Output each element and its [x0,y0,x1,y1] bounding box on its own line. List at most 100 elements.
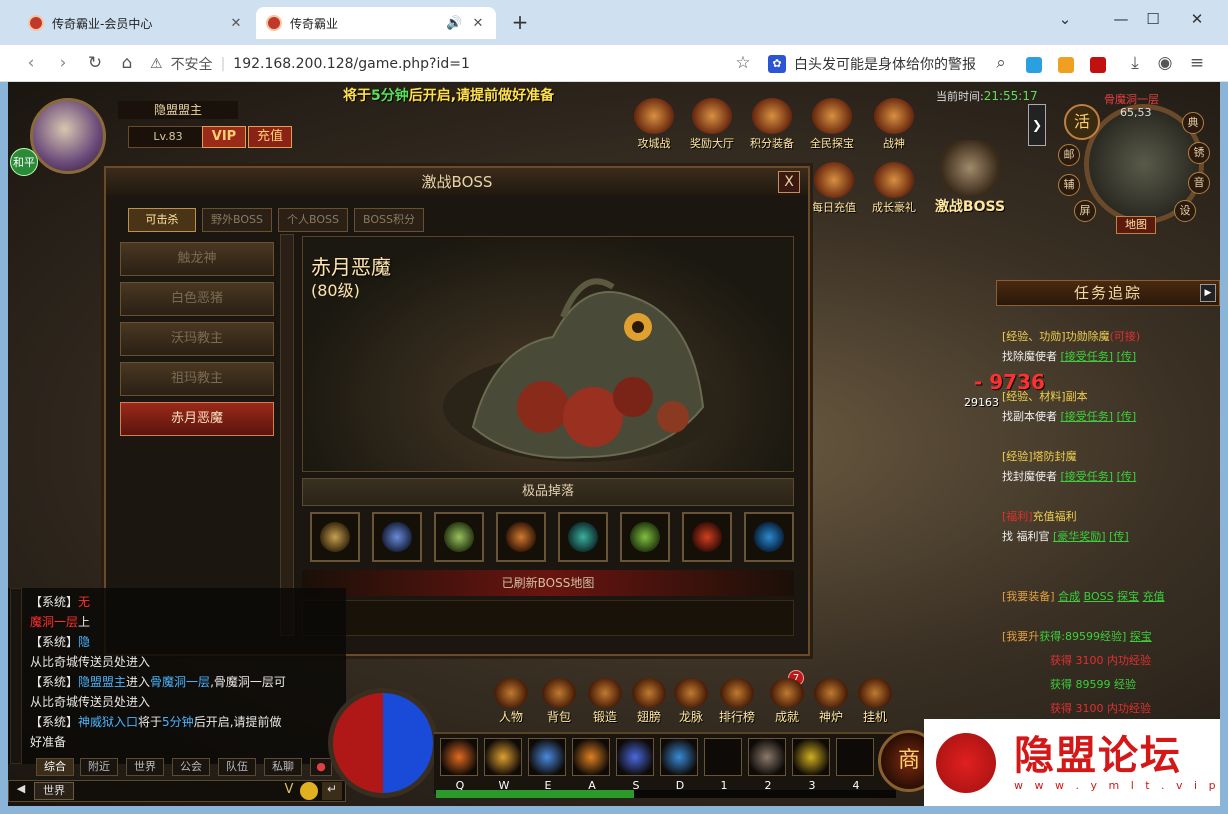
drop-slot[interactable] [682,512,732,562]
menu-button[interactable]: 龙脉 [668,678,714,725]
drop-slot[interactable] [372,512,422,562]
game-canvas[interactable]: 将于5分钟后开启,请提前做好准备 和平 隐盟盟主 Lv.83 VIP 充值 当前… [8,82,1220,806]
accept-quest-link[interactable]: [接受任务] [1061,470,1114,483]
siege-war-button[interactable]: 攻城战 [628,98,680,151]
menu-button[interactable]: 神炉 [808,678,854,725]
extension-icon[interactable] [1058,57,1074,73]
boss-list-item-selected[interactable]: 赤月恶魔 [120,402,274,436]
quest-line[interactable]: [经验、材料]副本 [1002,390,1088,404]
rust-button[interactable]: 锈 [1188,142,1210,164]
tab-personal-boss[interactable]: 个人BOSS [278,208,348,232]
maximize-button[interactable]: ☐ [1138,10,1168,28]
tab-field-boss[interactable]: 野外BOSS [202,208,272,232]
growth-gift-button[interactable]: 成长豪礼 [868,162,920,215]
charge-button[interactable]: 充值 [248,126,292,148]
reward-hall-button[interactable]: 奖励大厅 [686,98,738,151]
codex-button[interactable]: 典 [1182,112,1204,134]
reward-link[interactable]: [豪华奖励] [1053,530,1106,543]
address-bar[interactable]: ⚠ 不安全 | 192.168.200.128/game.php?id=1 [150,51,760,77]
close-window-button[interactable]: ✕ [1182,10,1212,28]
extension-icon[interactable] [1026,57,1042,73]
teleport-link[interactable]: [传] [1117,470,1137,483]
speaker-icon[interactable]: 🔊 [446,16,462,31]
treasure-hunt-button[interactable]: 全民探宝 [806,98,858,151]
vip-button[interactable]: VIP [202,126,246,148]
reload-icon[interactable]: ↻ [84,53,106,73]
synth-link[interactable]: 合成 [1058,590,1080,603]
refresh-boss-map-button[interactable]: 已刷新BOSS地图 [302,570,794,596]
forward-icon[interactable]: › [52,53,74,73]
pk-mode-button[interactable]: 和平 [10,148,38,176]
treasure-link[interactable]: 探宝 [1117,590,1139,603]
chat-v-icon[interactable]: V [280,782,298,800]
emoji-icon[interactable] [300,782,318,800]
teleport-link[interactable]: [传] [1117,350,1137,363]
drop-slot[interactable] [310,512,360,562]
send-icon[interactable]: ↵ [322,782,342,800]
boss-link[interactable]: BOSS [1084,590,1114,603]
search-box[interactable]: ✿ 白头发可能是身体给你的警报 [768,51,1016,77]
tab-close-icon[interactable]: ✕ [228,16,244,31]
accept-quest-link[interactable]: [接受任务] [1061,350,1114,363]
accept-quest-link[interactable]: [接受任务] [1061,410,1114,423]
menu-button[interactable]: 排行榜 [714,678,760,725]
minimize-button[interactable]: — [1106,10,1136,28]
skill-slot[interactable]: W [484,738,522,792]
dialog-close-button[interactable]: X [778,171,800,193]
boss-list-scrollbar[interactable] [280,234,294,636]
screen-button[interactable]: 屏 [1074,200,1096,222]
player-avatar[interactable] [30,98,106,174]
tab-close-icon[interactable]: ✕ [470,16,486,31]
skill-slot[interactable]: 4 [836,738,874,792]
world-map-button[interactable]: 地图 [1116,216,1156,234]
skill-slot[interactable]: 3 [792,738,830,792]
chat-tab-all[interactable]: 综合 [36,758,74,776]
mail-button[interactable]: 邮 [1058,144,1080,166]
teleport-link[interactable]: [传] [1117,410,1137,423]
menu-button[interactable]: 背包 [536,678,582,725]
quest-line[interactable]: [经验]塔防封魔 [1002,450,1077,464]
back-icon[interactable]: ‹ [20,53,42,73]
assist-button[interactable]: 辅 [1058,174,1080,196]
search-icon[interactable]: ⌕ [990,53,1012,73]
boss-list-item[interactable]: 白色恶猪 [120,282,274,316]
chat-text[interactable]: 隐盟盟主 [78,675,126,689]
tab-boss-points[interactable]: BOSS积分 [354,208,424,232]
quest-collapse-icon[interactable]: ▶ [1200,284,1216,302]
chat-tab-team[interactable]: 队伍 [218,758,256,776]
chat-text[interactable]: 骨魔洞一层 [150,675,210,689]
daily-charge-button[interactable]: 每日充值 [808,162,860,215]
skill-slot[interactable]: 1 [704,738,742,792]
drop-slot[interactable] [434,512,484,562]
chat-tab-world[interactable]: 世界 [126,758,164,776]
chat-left-arrow-icon[interactable]: ◀ [12,782,30,800]
new-tab-button[interactable]: + [508,10,532,34]
chat-tab-guild[interactable]: 公会 [172,758,210,776]
treasure-link[interactable]: 探宝 [1130,630,1152,643]
boss-battle-button[interactable]: 激战BOSS [930,140,1010,216]
activity-button[interactable]: 活 [1064,104,1100,140]
boss-list-item[interactable]: 祖玛教主 [120,362,274,396]
drop-slot[interactable] [744,512,794,562]
menu-button[interactable]: 翅膀 [626,678,672,725]
skill-slot[interactable]: Q [440,738,478,792]
war-god-button[interactable]: 战神 [868,98,920,151]
bookmark-star-icon[interactable]: ☆ [732,53,754,73]
home-icon[interactable]: ⌂ [116,53,138,73]
account-icon[interactable]: ◉ [1154,53,1176,73]
quest-line[interactable]: [福利]充值福利 [1002,510,1077,524]
teleport-link[interactable]: [传] [1109,530,1129,543]
chat-text[interactable]: 神威狱入口 [78,715,138,729]
sound-button[interactable]: 音 [1188,172,1210,194]
charge-link[interactable]: 充值 [1143,590,1165,603]
chat-channel-select[interactable]: 世界 [34,782,74,800]
menu-button[interactable]: 人物 [488,678,534,725]
chat-text[interactable]: 隐 [78,635,90,649]
quest-line[interactable]: [经验、功勋]功勋除魔(可接) [1002,330,1140,344]
skill-slot[interactable]: D [660,738,698,792]
skill-slot[interactable]: S [616,738,654,792]
tab-killable[interactable]: 可击杀 [128,208,196,232]
browser-tab-game[interactable]: 传奇霸业 🔊 ✕ [256,7,496,39]
skill-slot[interactable]: E [528,738,566,792]
chat-tab-private[interactable]: 私聊 [264,758,302,776]
